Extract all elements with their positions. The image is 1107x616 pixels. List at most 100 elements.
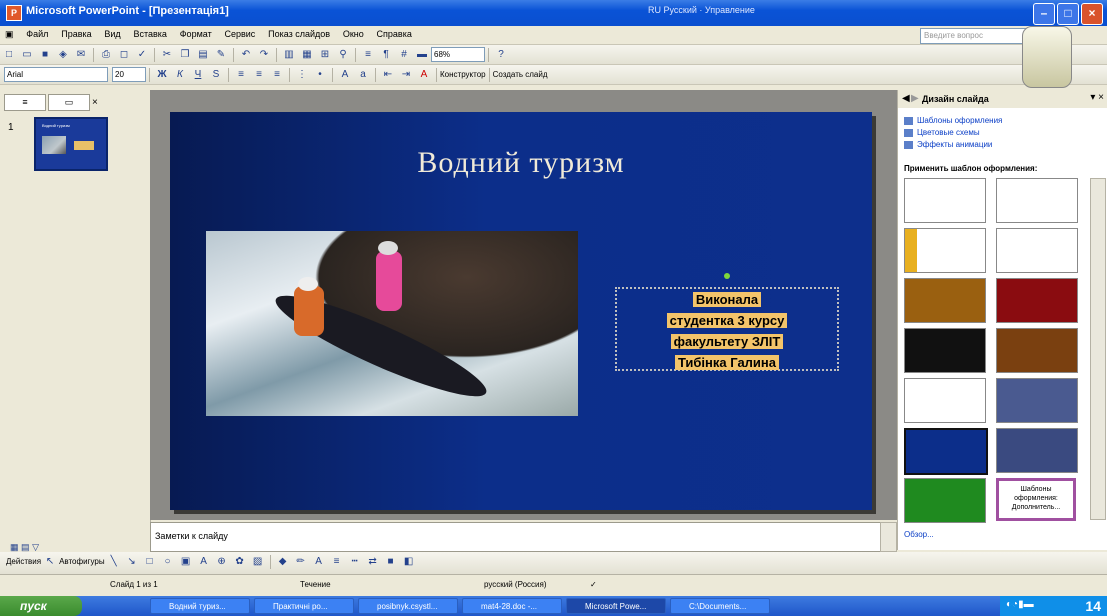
slide-title[interactable]: Водний туризм: [170, 146, 872, 180]
font-color-draw-icon[interactable]: A: [311, 554, 327, 569]
minimize-button[interactable]: –: [1033, 3, 1055, 25]
spelling-icon[interactable]: ✓: [134, 47, 150, 62]
slide-canvas[interactable]: Водний туризм Виконала студентка 3 курсу…: [170, 112, 872, 510]
decrease-font-icon[interactable]: a: [355, 67, 371, 82]
italic-icon[interactable]: К: [172, 67, 188, 82]
template-thumbnail[interactable]: [996, 178, 1078, 223]
numbering-icon[interactable]: ⋮: [294, 67, 310, 82]
arrow-icon[interactable]: ↘: [124, 554, 140, 569]
diagram-icon[interactable]: ⊕: [214, 554, 230, 569]
rectangle-icon[interactable]: □: [142, 554, 158, 569]
oval-icon[interactable]: ○: [160, 554, 176, 569]
line-style-icon[interactable]: ≡: [329, 554, 345, 569]
notes-scrollbar[interactable]: [880, 522, 897, 552]
template-thumbnail-selected[interactable]: [904, 428, 988, 475]
bold-icon[interactable]: Ж: [154, 67, 170, 82]
save-icon[interactable]: ■: [37, 47, 53, 62]
color-schemes-link[interactable]: Цветовые схемы: [904, 128, 980, 137]
underline-icon[interactable]: Ч: [190, 67, 206, 82]
preview-icon[interactable]: ◻: [116, 47, 132, 62]
table-icon[interactable]: ▦: [299, 47, 315, 62]
help-icon[interactable]: ?: [493, 47, 509, 62]
office-assistant[interactable]: [1022, 26, 1072, 88]
template-thumbnail[interactable]: [996, 278, 1078, 323]
font-select[interactable]: Arial: [4, 67, 108, 82]
bullets-icon[interactable]: •: [312, 67, 328, 82]
shadow-style-icon[interactable]: ■: [383, 554, 399, 569]
design-templates-link[interactable]: Шаблоны оформления: [904, 116, 1002, 125]
chart-icon[interactable]: ▥: [281, 47, 297, 62]
open-icon[interactable]: ▭: [19, 47, 35, 62]
undo-icon[interactable]: ↶: [238, 47, 254, 62]
new-slide-button[interactable]: Создать слайд: [493, 70, 548, 79]
menu-slideshow[interactable]: Показ слайдов: [263, 26, 335, 42]
taskbar-item[interactable]: posibnyk.csystl...: [358, 598, 458, 614]
normal-view-icon[interactable]: ▦: [10, 542, 19, 552]
align-left-icon[interactable]: ≡: [233, 67, 249, 82]
zoom-select[interactable]: 68%: [431, 47, 485, 62]
menu-view[interactable]: Вид: [99, 26, 125, 42]
taskbar-item-active[interactable]: Microsoft Powe...: [566, 598, 666, 614]
forward-icon[interactable]: ▶: [911, 93, 919, 104]
back-icon[interactable]: ◀: [902, 93, 910, 104]
help-search-input[interactable]: Введите вопрос: [920, 28, 1037, 44]
close-button[interactable]: ×: [1081, 3, 1103, 25]
menu-file[interactable]: Файл: [21, 26, 53, 42]
template-thumbnail[interactable]: [904, 278, 986, 323]
spellcheck-icon[interactable]: ✓: [590, 580, 597, 589]
line-icon[interactable]: ╲: [106, 554, 122, 569]
fill-color-icon[interactable]: ◆: [275, 554, 291, 569]
task-pane-close-icon[interactable]: ▾ ×: [1090, 92, 1104, 103]
autoshapes-menu[interactable]: Автофигуры: [59, 557, 105, 566]
font-color-icon[interactable]: A: [416, 67, 432, 82]
template-thumbnail[interactable]: [904, 328, 986, 373]
designer-button[interactable]: Конструктор: [440, 70, 486, 79]
align-center-icon[interactable]: ≡: [251, 67, 267, 82]
menu-edit[interactable]: Правка: [56, 26, 96, 42]
slideshow-view-icon[interactable]: ▽: [32, 542, 39, 552]
font-size-select[interactable]: 20: [112, 67, 146, 82]
textbox-icon[interactable]: ▣: [178, 554, 194, 569]
taskbar-item[interactable]: Практичні ро...: [254, 598, 354, 614]
pane-close-icon[interactable]: ×: [92, 97, 98, 108]
menu-insert[interactable]: Вставка: [128, 26, 171, 42]
email-icon[interactable]: ✉: [73, 47, 89, 62]
tab-slides[interactable]: ▭: [48, 94, 90, 111]
taskbar-item[interactable]: C:\Documents...: [670, 598, 770, 614]
author-textbox[interactable]: Виконала студентка 3 курсу факультету ЗЛ…: [615, 273, 839, 371]
taskbar-item[interactable]: mat4-28.doc -...: [462, 598, 562, 614]
dash-style-icon[interactable]: ┅: [347, 554, 363, 569]
grid-icon[interactable]: #: [396, 47, 412, 62]
rotate-handle[interactable]: [724, 273, 730, 279]
align-right-icon[interactable]: ≡: [269, 67, 285, 82]
menu-format[interactable]: Формат: [175, 26, 217, 42]
powerpoint-app-icon[interactable]: P: [6, 5, 22, 21]
menu-help[interactable]: Справка: [372, 26, 417, 42]
arrow-style-icon[interactable]: ⇄: [365, 554, 381, 569]
cut-icon[interactable]: ✂: [159, 47, 175, 62]
start-button[interactable]: пуск: [0, 596, 82, 616]
taskbar-item[interactable]: Водний туриз...: [150, 598, 250, 614]
more-templates-thumbnail[interactable]: Шаблоны оформления: Дополнитель...: [996, 478, 1076, 521]
decrease-indent-icon[interactable]: ⇤: [380, 67, 396, 82]
maximize-button[interactable]: □: [1057, 3, 1079, 25]
browse-link[interactable]: Обзор...: [904, 530, 934, 539]
template-thumbnail[interactable]: [996, 428, 1078, 473]
notes-pane[interactable]: Заметки к слайду: [150, 522, 882, 552]
picture-icon[interactable]: ▨: [250, 554, 266, 569]
menu-icon[interactable]: ▣: [0, 26, 19, 43]
color-grayscale-icon[interactable]: ▬: [414, 47, 430, 62]
template-thumbnail[interactable]: [904, 478, 986, 523]
tray-icons[interactable]: ◐◔▮▬: [1006, 599, 1034, 610]
shadow-icon[interactable]: S: [208, 67, 224, 82]
template-thumbnail[interactable]: [996, 228, 1078, 273]
increase-font-icon[interactable]: A: [337, 67, 353, 82]
sorter-view-icon[interactable]: ▤: [21, 542, 30, 552]
expand-all-icon[interactable]: ≡: [360, 47, 376, 62]
tab-outline[interactable]: ≡: [4, 94, 46, 111]
menu-tools[interactable]: Сервис: [219, 26, 260, 42]
redo-icon[interactable]: ↷: [256, 47, 272, 62]
template-thumbnail[interactable]: [996, 378, 1078, 423]
select-pointer-icon[interactable]: ↖: [42, 554, 58, 569]
increase-indent-icon[interactable]: ⇥: [398, 67, 414, 82]
